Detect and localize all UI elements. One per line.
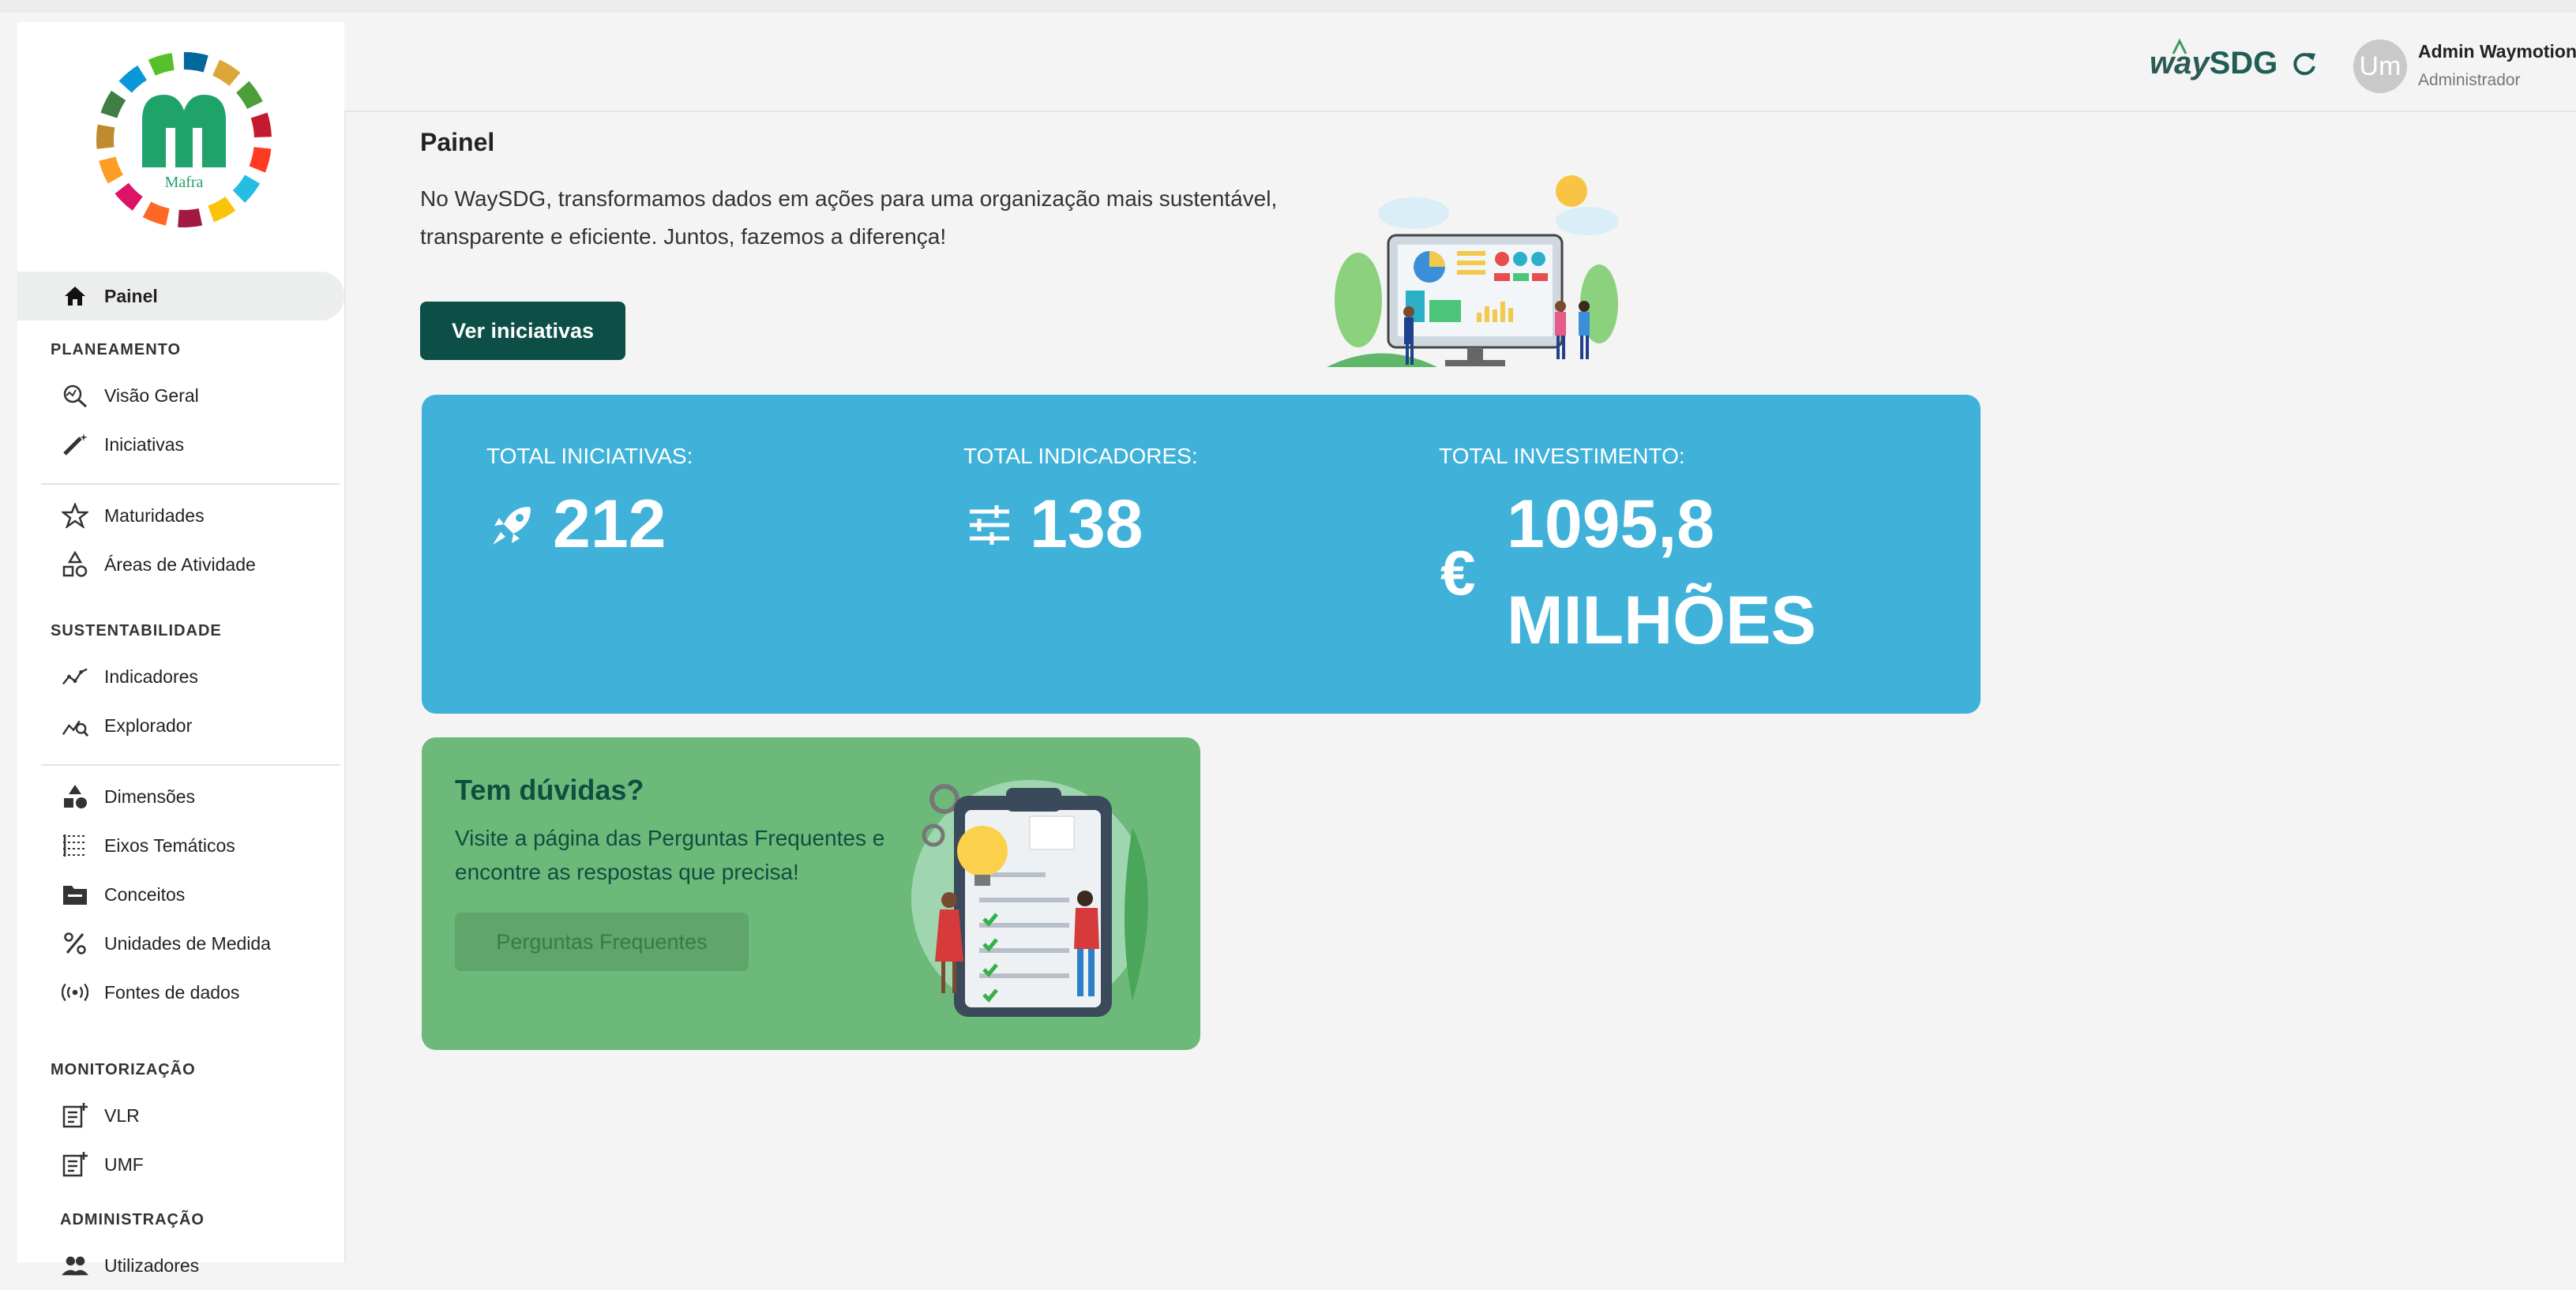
waysdg-brand-logo[interactable]: waySDG [2150,38,2278,81]
window-top-strip [0,0,2576,13]
sidebar-item-explorador[interactable]: Explorador [17,701,344,750]
user-role: Administrador [2418,71,2521,89]
avatar[interactable]: Um [2353,39,2407,93]
sidebar-item-label: Áreas de Atividade [104,553,256,575]
sidebar-item-eixos-tematicos[interactable]: Eixos Temáticos [17,821,344,870]
sidebar-item-label: Fontes de dados [104,981,240,1003]
sidebar-item-visao-geral[interactable]: Visão Geral [17,371,344,420]
faq-title: Tem dúvidas? [455,774,644,806]
faq-card: Tem dúvidas? Visite a página das Pergunt… [422,737,1200,1050]
tune-icon [967,502,1012,552]
faq-text: Visite a página das Perguntas Frequentes… [455,826,885,884]
stat-value-investimento-unit: MILHÕES [1507,583,1816,658]
stat-value-indicadores: 138 [1030,486,1143,562]
sidebar-item-label: Dimensões [104,786,196,807]
sidebar-item-areas-de-atividade[interactable]: Áreas de Atividade [17,540,344,589]
sidebar-item-utilizadores[interactable]: Utilizadores [17,1241,344,1290]
sidebar-divider [41,483,340,485]
sidebar-item-vlr[interactable]: VLR [17,1091,344,1140]
note-add-icon [62,1103,88,1128]
intro-text: No WaySDG, transformamos dados em ações … [420,186,1278,249]
stat-value-iniciativas: 212 [553,486,667,562]
sidebar-item-label: Utilizadores [104,1254,200,1276]
sidebar-item-label: Explorador [104,714,193,736]
stats-card: TOTAL INICIATIVAS: 212 TOTAL INDICADORES… [422,395,1981,714]
section-sustentabilidade: SUSTENTABILIDADE [51,622,222,639]
analytics-icon [62,383,88,408]
users-icon [62,1253,88,1278]
sidebar-item-label: Indicadores [104,666,198,687]
page-title: Painel [420,128,495,156]
grid-icon [62,833,88,858]
percent-icon [62,931,88,956]
logo-text: Mafra [164,174,204,191]
stat-label-investimento: TOTAL INVESTIMENTO: [1439,444,1685,468]
sidebar-item-painel[interactable]: Painel [17,272,344,321]
sidebar-item-label: Iniciativas [104,433,184,455]
sidebar-item-label: Conceitos [104,883,186,905]
perguntas-frequentes-button[interactable]: Perguntas Frequentes [455,913,749,971]
trend-icon [62,664,88,689]
sidebar-item-label: Maturidades [104,504,205,526]
rocket-icon [488,502,535,553]
euro-icon: € [1440,538,1476,608]
sidebar-item-indicadores[interactable]: Indicadores [17,652,344,701]
sidebar-item-unidades-de-medida[interactable]: Unidades de Medida [17,919,344,968]
sidebar-item-label: UMF [104,1153,144,1175]
mafra-logo[interactable]: Mafra [93,49,275,231]
folder-icon [62,882,88,907]
section-planeamento: PLANEAMENTO [51,341,182,358]
sidebar: Mafra Painel PLANEAMENTO Visão Geral Ini… [17,22,346,1276]
stat-label-indicadores: TOTAL INDICADORES: [963,444,1198,468]
faq-clipboard-illustration [911,764,1164,1033]
sidebar-item-dimensoes[interactable]: Dimensões [17,772,344,821]
sidebar-item-fontes-de-dados[interactable]: Fontes de dados [17,968,344,1017]
sidebar-item-label: VLR [104,1104,140,1126]
broadcast-icon [62,980,88,1005]
home-icon [62,283,88,309]
stat-value-investimento: 1095,8 [1507,486,1715,562]
sidebar-item-label: Painel [104,285,158,306]
sidebar-item-label: Eixos Temáticos [104,834,235,856]
sidebar-divider [41,764,340,766]
sidebar-item-conceitos[interactable]: Conceitos [17,870,344,919]
star-icon [62,503,88,528]
explore-chart-icon [62,713,88,738]
top-header: waySDG Um Admin Waymotion Administrador [344,22,2576,112]
section-monitorizacao: MONITORIZAÇÃO [51,1061,196,1078]
dashboard-illustration [1327,166,1635,379]
sidebar-item-label: Visão Geral [104,384,199,406]
sidebar-item-umf[interactable]: UMF [17,1140,344,1189]
section-administracao: ADMINISTRAÇÃO [60,1211,205,1228]
wand-icon [62,432,88,457]
sidebar-item-maturidades[interactable]: Maturidades [17,491,344,540]
ver-iniciativas-button[interactable]: Ver iniciativas [420,302,625,360]
category-icon [62,784,88,809]
sidebar-item-label: Unidades de Medida [104,932,271,954]
brand-suffix: SDG [2209,46,2278,81]
sidebar-item-iniciativas[interactable]: Iniciativas [17,420,344,469]
note-add-icon [62,1152,88,1177]
stat-label-iniciativas: TOTAL INICIATIVAS: [486,444,693,468]
refresh-icon[interactable] [2292,51,2317,85]
shapes-icon [62,551,88,577]
user-name[interactable]: Admin Waymotion [2418,41,2576,62]
